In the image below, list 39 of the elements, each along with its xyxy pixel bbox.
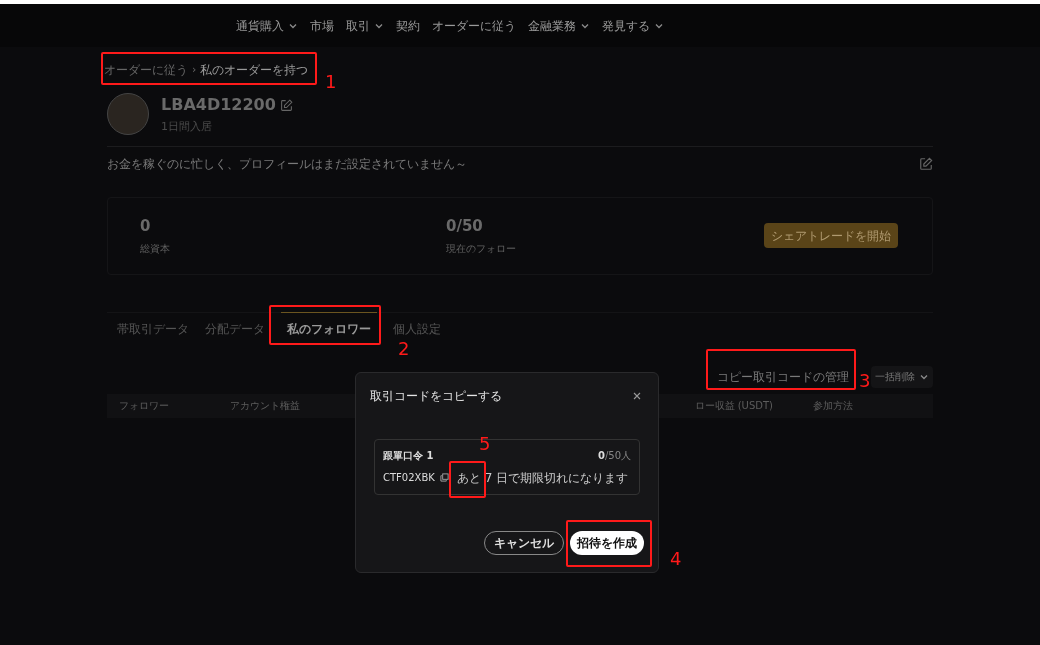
- nav-link[interactable]: 取引: [346, 16, 384, 35]
- avatar-photo-placeholder: [107, 93, 149, 136]
- modal-title: 取引コードをコピーする: [370, 388, 502, 405]
- start-share-trade-button[interactable]: シェアトレードを開始: [764, 223, 898, 248]
- nav-link[interactable]: オーダーに従う: [432, 16, 516, 35]
- stat-label: 総資本: [140, 242, 171, 257]
- edit-icon[interactable]: [919, 156, 933, 171]
- stat-value: 0: [140, 215, 152, 237]
- breadcrumb-link[interactable]: オーダーに従う: [104, 61, 188, 79]
- nav-link[interactable]: 発見する: [602, 16, 664, 35]
- code-usage-count: 0/50人: [597, 448, 631, 463]
- stat-label: 現在のフォロー: [446, 242, 517, 257]
- nav-link[interactable]: 金融業務: [528, 16, 590, 35]
- profile-bio: お金を稼ぐのに忙しく、プロフィールはまだ設定されていません～: [107, 155, 467, 173]
- stat-value: 0/50: [446, 215, 484, 237]
- annotation-number: 4: [670, 550, 682, 568]
- expiry-text: あと 7 日で期限切れになります: [456, 469, 629, 487]
- nav-link[interactable]: 契約: [396, 16, 420, 35]
- invite-code: CTF02XBK: [383, 471, 435, 485]
- close-icon[interactable]: [633, 392, 641, 400]
- annotation-number: 3: [859, 372, 871, 390]
- annotation-frame: [449, 461, 486, 498]
- create-invite-button[interactable]: 招待を作成: [570, 531, 644, 555]
- nav-link[interactable]: 通貨購入: [236, 16, 298, 35]
- annotation-number: 1: [325, 73, 337, 91]
- breadcrumb-separator: ›: [192, 61, 197, 78]
- tab[interactable]: 私のフォロワー: [281, 311, 377, 346]
- nav-link[interactable]: 市場: [310, 16, 334, 35]
- edit-icon[interactable]: [279, 98, 293, 112]
- bulk-delete-dropdown[interactable]: 一括削除: [871, 365, 933, 388]
- manage-copy-code-button[interactable]: コピー取引コードの管理: [717, 367, 849, 386]
- copy-icon[interactable]: [439, 473, 449, 482]
- column-header: 参加方法: [813, 399, 853, 413]
- code-title: 跟單口令 1: [383, 448, 434, 463]
- breadcrumb-current: 私のオーダーを持つ: [200, 62, 309, 79]
- column-header: アカウント権益: [230, 399, 300, 413]
- username: LBA4D12200: [161, 94, 276, 116]
- annotation-number: 5: [479, 435, 491, 453]
- annotation-number: 2: [398, 340, 410, 358]
